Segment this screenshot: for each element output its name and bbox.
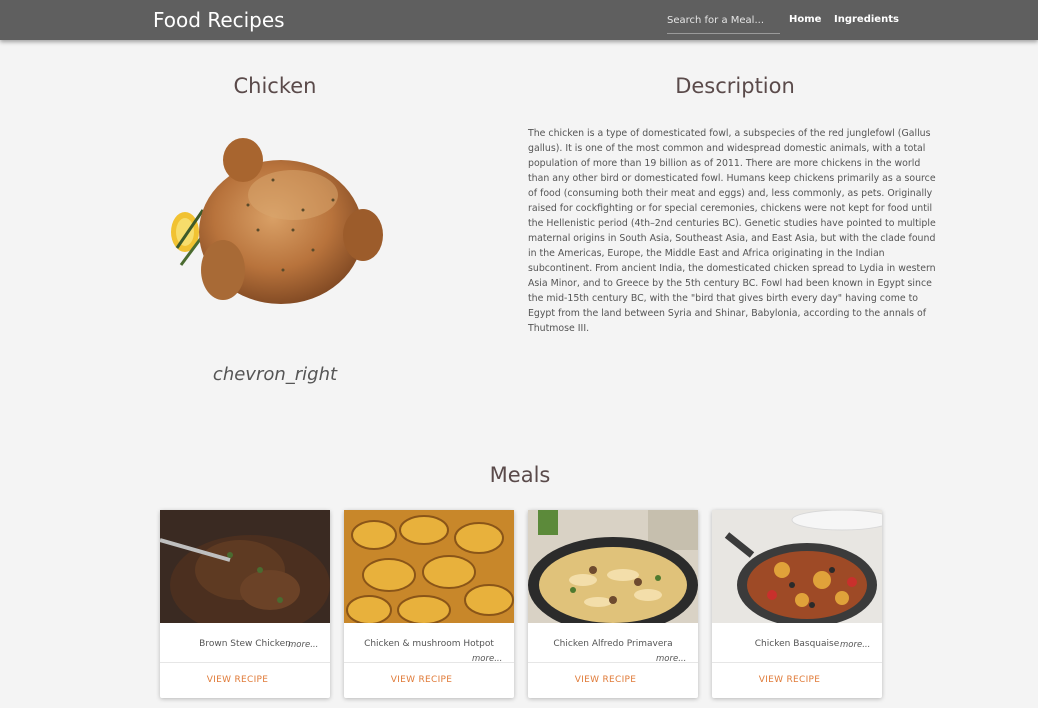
nav-home-link[interactable]: Home bbox=[789, 14, 821, 25]
description-title: Description bbox=[675, 74, 795, 98]
view-recipe-link[interactable]: VIEW RECIPE bbox=[344, 675, 499, 685]
meal-image bbox=[160, 510, 330, 623]
search-box bbox=[667, 10, 780, 34]
meal-card: Chicken Basquaise more... VIEW RECIPE bbox=[712, 510, 882, 698]
meals-title: Meals bbox=[489, 463, 551, 487]
card-divider bbox=[344, 662, 514, 663]
view-recipe-link[interactable]: VIEW RECIPE bbox=[160, 675, 315, 685]
meal-card: Chicken Alfredo Primavera more... VIEW R… bbox=[528, 510, 698, 698]
meal-card: Chicken & mushroom Hotpot more... VIEW R… bbox=[344, 510, 514, 698]
search-input[interactable] bbox=[667, 12, 780, 26]
meal-name: Chicken & mushroom Hotpot bbox=[364, 639, 494, 649]
card-divider bbox=[712, 662, 882, 663]
more-link[interactable]: more... bbox=[288, 640, 318, 650]
meal-image bbox=[344, 510, 514, 623]
meal-name: Chicken Alfredo Primavera bbox=[553, 639, 673, 649]
meal-image bbox=[712, 510, 882, 623]
card-divider bbox=[160, 662, 330, 663]
meal-image bbox=[528, 510, 698, 623]
ingredient-image bbox=[163, 120, 388, 320]
card-divider bbox=[528, 662, 698, 663]
description-text: The chicken is a type of domesticated fo… bbox=[528, 128, 936, 334]
view-recipe-link[interactable]: VIEW RECIPE bbox=[528, 675, 683, 685]
brand-logo-text[interactable]: Food Recipes bbox=[153, 8, 285, 32]
ingredient-title: Chicken bbox=[233, 74, 317, 98]
top-navbar: Food Recipes Home Ingredients bbox=[0, 0, 1038, 40]
view-recipe-link[interactable]: VIEW RECIPE bbox=[712, 675, 867, 685]
chevron-right-icon[interactable]: chevron_right bbox=[180, 364, 370, 385]
more-link[interactable]: more... bbox=[840, 640, 870, 650]
meal-card: Brown Stew Chicken more... VIEW RECIPE bbox=[160, 510, 330, 698]
nav-ingredients-link[interactable]: Ingredients bbox=[834, 14, 899, 25]
